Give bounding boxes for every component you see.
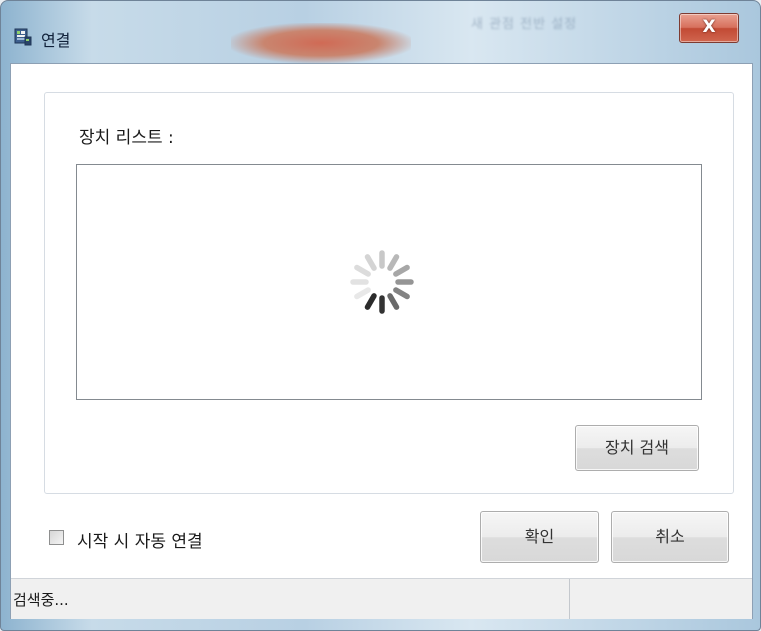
status-text: 검색중... [13, 591, 69, 609]
device-list[interactable] [76, 164, 702, 400]
window-title: 연결 [41, 31, 71, 50]
cancel-button[interactable]: 취소 [611, 511, 729, 563]
loading-spinner-icon [350, 250, 414, 314]
connect-dialog-window: 새 관점 전반 설정 연결 X 장치 리스트 : 장치 검색 시작 시 자동 연… [0, 0, 761, 631]
auto-connect-label[interactable]: 시작 시 자동 연결 [77, 527, 203, 552]
dialog-client-area: 장치 리스트 : 장치 검색 시작 시 자동 연결 확인 취소 검색중... [10, 63, 753, 619]
auto-connect-checkbox[interactable] [49, 530, 64, 545]
title-bar[interactable]: 연결 X [1, 1, 760, 63]
device-list-label: 장치 리스트 : [79, 128, 174, 148]
device-group-box: 장치 리스트 : 장치 검색 [44, 92, 734, 494]
close-button[interactable]: X [679, 13, 739, 43]
status-bar: 검색중... [11, 578, 752, 619]
app-window-icon [14, 28, 32, 46]
search-device-button[interactable]: 장치 검색 [575, 425, 699, 471]
ok-button[interactable]: 확인 [480, 511, 599, 563]
status-divider [569, 579, 570, 619]
